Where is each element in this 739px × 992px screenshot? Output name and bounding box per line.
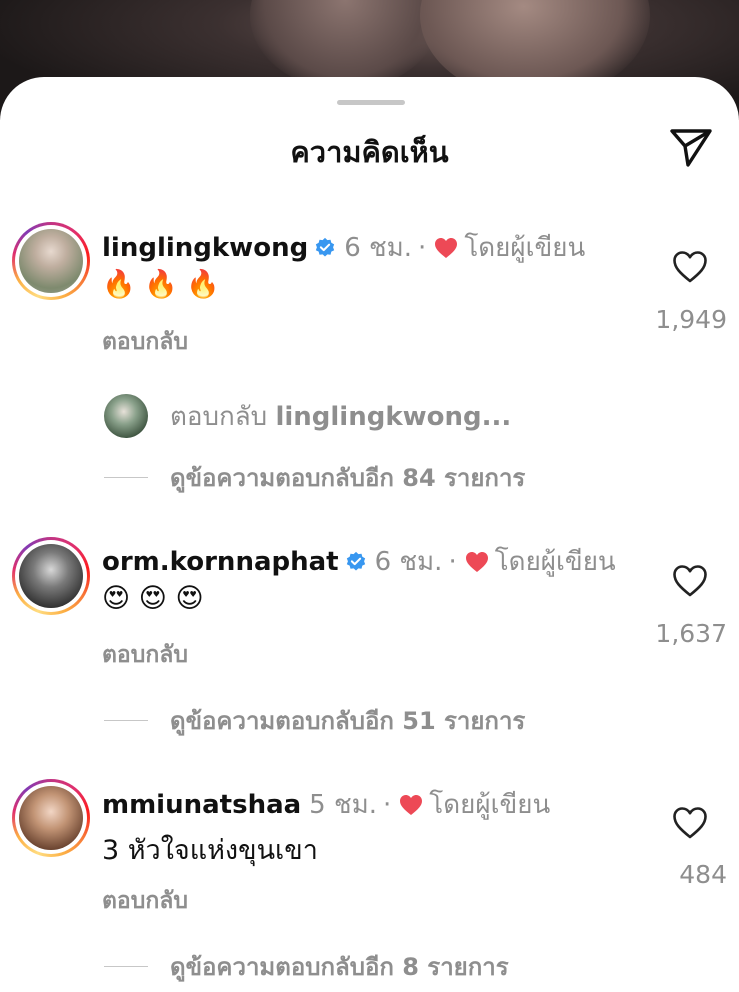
divider [104, 477, 148, 478]
avatar[interactable] [12, 537, 90, 615]
like-count: 484 [679, 860, 727, 889]
view-more-replies[interactable]: ดูข้อความตอบกลับอีก 51 รายการ [104, 701, 525, 740]
heart-outline-icon[interactable] [672, 564, 708, 598]
heart-filled-icon [465, 551, 488, 572]
comment-header: orm.kornnaphat 6 ชม. · โดยผู้เขียน [102, 541, 616, 582]
reply-preview[interactable]: ตอบกลับ linglingkwong... [104, 394, 511, 438]
heart-outline-icon[interactable] [672, 250, 708, 284]
comment-header: mmiunatshaa 5 ชม. · โดยผู้เขียน [102, 784, 550, 825]
divider [104, 720, 148, 721]
sheet-title: ความคิดเห็น [290, 135, 449, 169]
drag-handle[interactable] [337, 100, 405, 105]
view-more-replies[interactable]: ดูข้อความตอบกลับอีก 8 รายการ [104, 947, 509, 986]
separator-dot: · [418, 232, 427, 263]
verified-badge-icon [346, 551, 365, 571]
view-more-replies-label: ดูข้อความตอบกลับอีก 84 รายการ [170, 464, 526, 492]
heart-outline-icon[interactable] [672, 806, 708, 840]
comment-username[interactable]: linglingkwong [102, 233, 308, 263]
comment-username[interactable]: mmiunatshaa [102, 790, 301, 820]
comment-time: 6 ชม. [344, 233, 413, 263]
liked-by-author-label: โดยผู้เขียน [429, 790, 551, 820]
comment-text: 🔥 🔥 🔥 [102, 269, 221, 300]
avatar[interactable] [12, 222, 90, 300]
liked-by-author-label: โดยผู้เขียน [494, 547, 616, 577]
comment-time: 5 ชม. [309, 790, 378, 820]
comment-text: 3 หัวใจแห่งขุนเขา [102, 835, 318, 866]
reply-preview-label: ตอบกลับ linglingkwong... [170, 401, 512, 432]
avatar [104, 394, 148, 438]
comment-text: 😍 😍 😍 [102, 583, 204, 614]
like-count: 1,949 [655, 305, 727, 334]
reply-button[interactable]: ตอบกลับ [102, 324, 188, 360]
view-more-replies[interactable]: ดูข้อความตอบกลับอีก 84 รายการ [104, 458, 525, 497]
comment-header: linglingkwong 6 ชม. · โดยผู้เขียน [102, 227, 585, 268]
avatar[interactable] [12, 779, 90, 857]
reply-button[interactable]: ตอบกลับ [102, 883, 188, 919]
like-count: 1,637 [655, 619, 727, 648]
heart-filled-icon [435, 237, 458, 258]
paper-plane-icon[interactable] [668, 125, 714, 171]
verified-badge-icon [316, 237, 335, 257]
reply-button[interactable]: ตอบกลับ [102, 637, 188, 673]
separator-dot: · [448, 546, 457, 577]
liked-by-author-label: โดยผู้เขียน [464, 233, 586, 263]
heart-filled-icon [400, 794, 423, 815]
comment-time: 6 ชม. [374, 547, 443, 577]
divider [104, 966, 148, 967]
separator-dot: · [383, 789, 392, 820]
view-more-replies-label: ดูข้อความตอบกลับอีก 51 รายการ [170, 707, 526, 735]
view-more-replies-label: ดูข้อความตอบกลับอีก 8 รายการ [170, 953, 509, 981]
comment-username[interactable]: orm.kornnaphat [102, 547, 339, 577]
